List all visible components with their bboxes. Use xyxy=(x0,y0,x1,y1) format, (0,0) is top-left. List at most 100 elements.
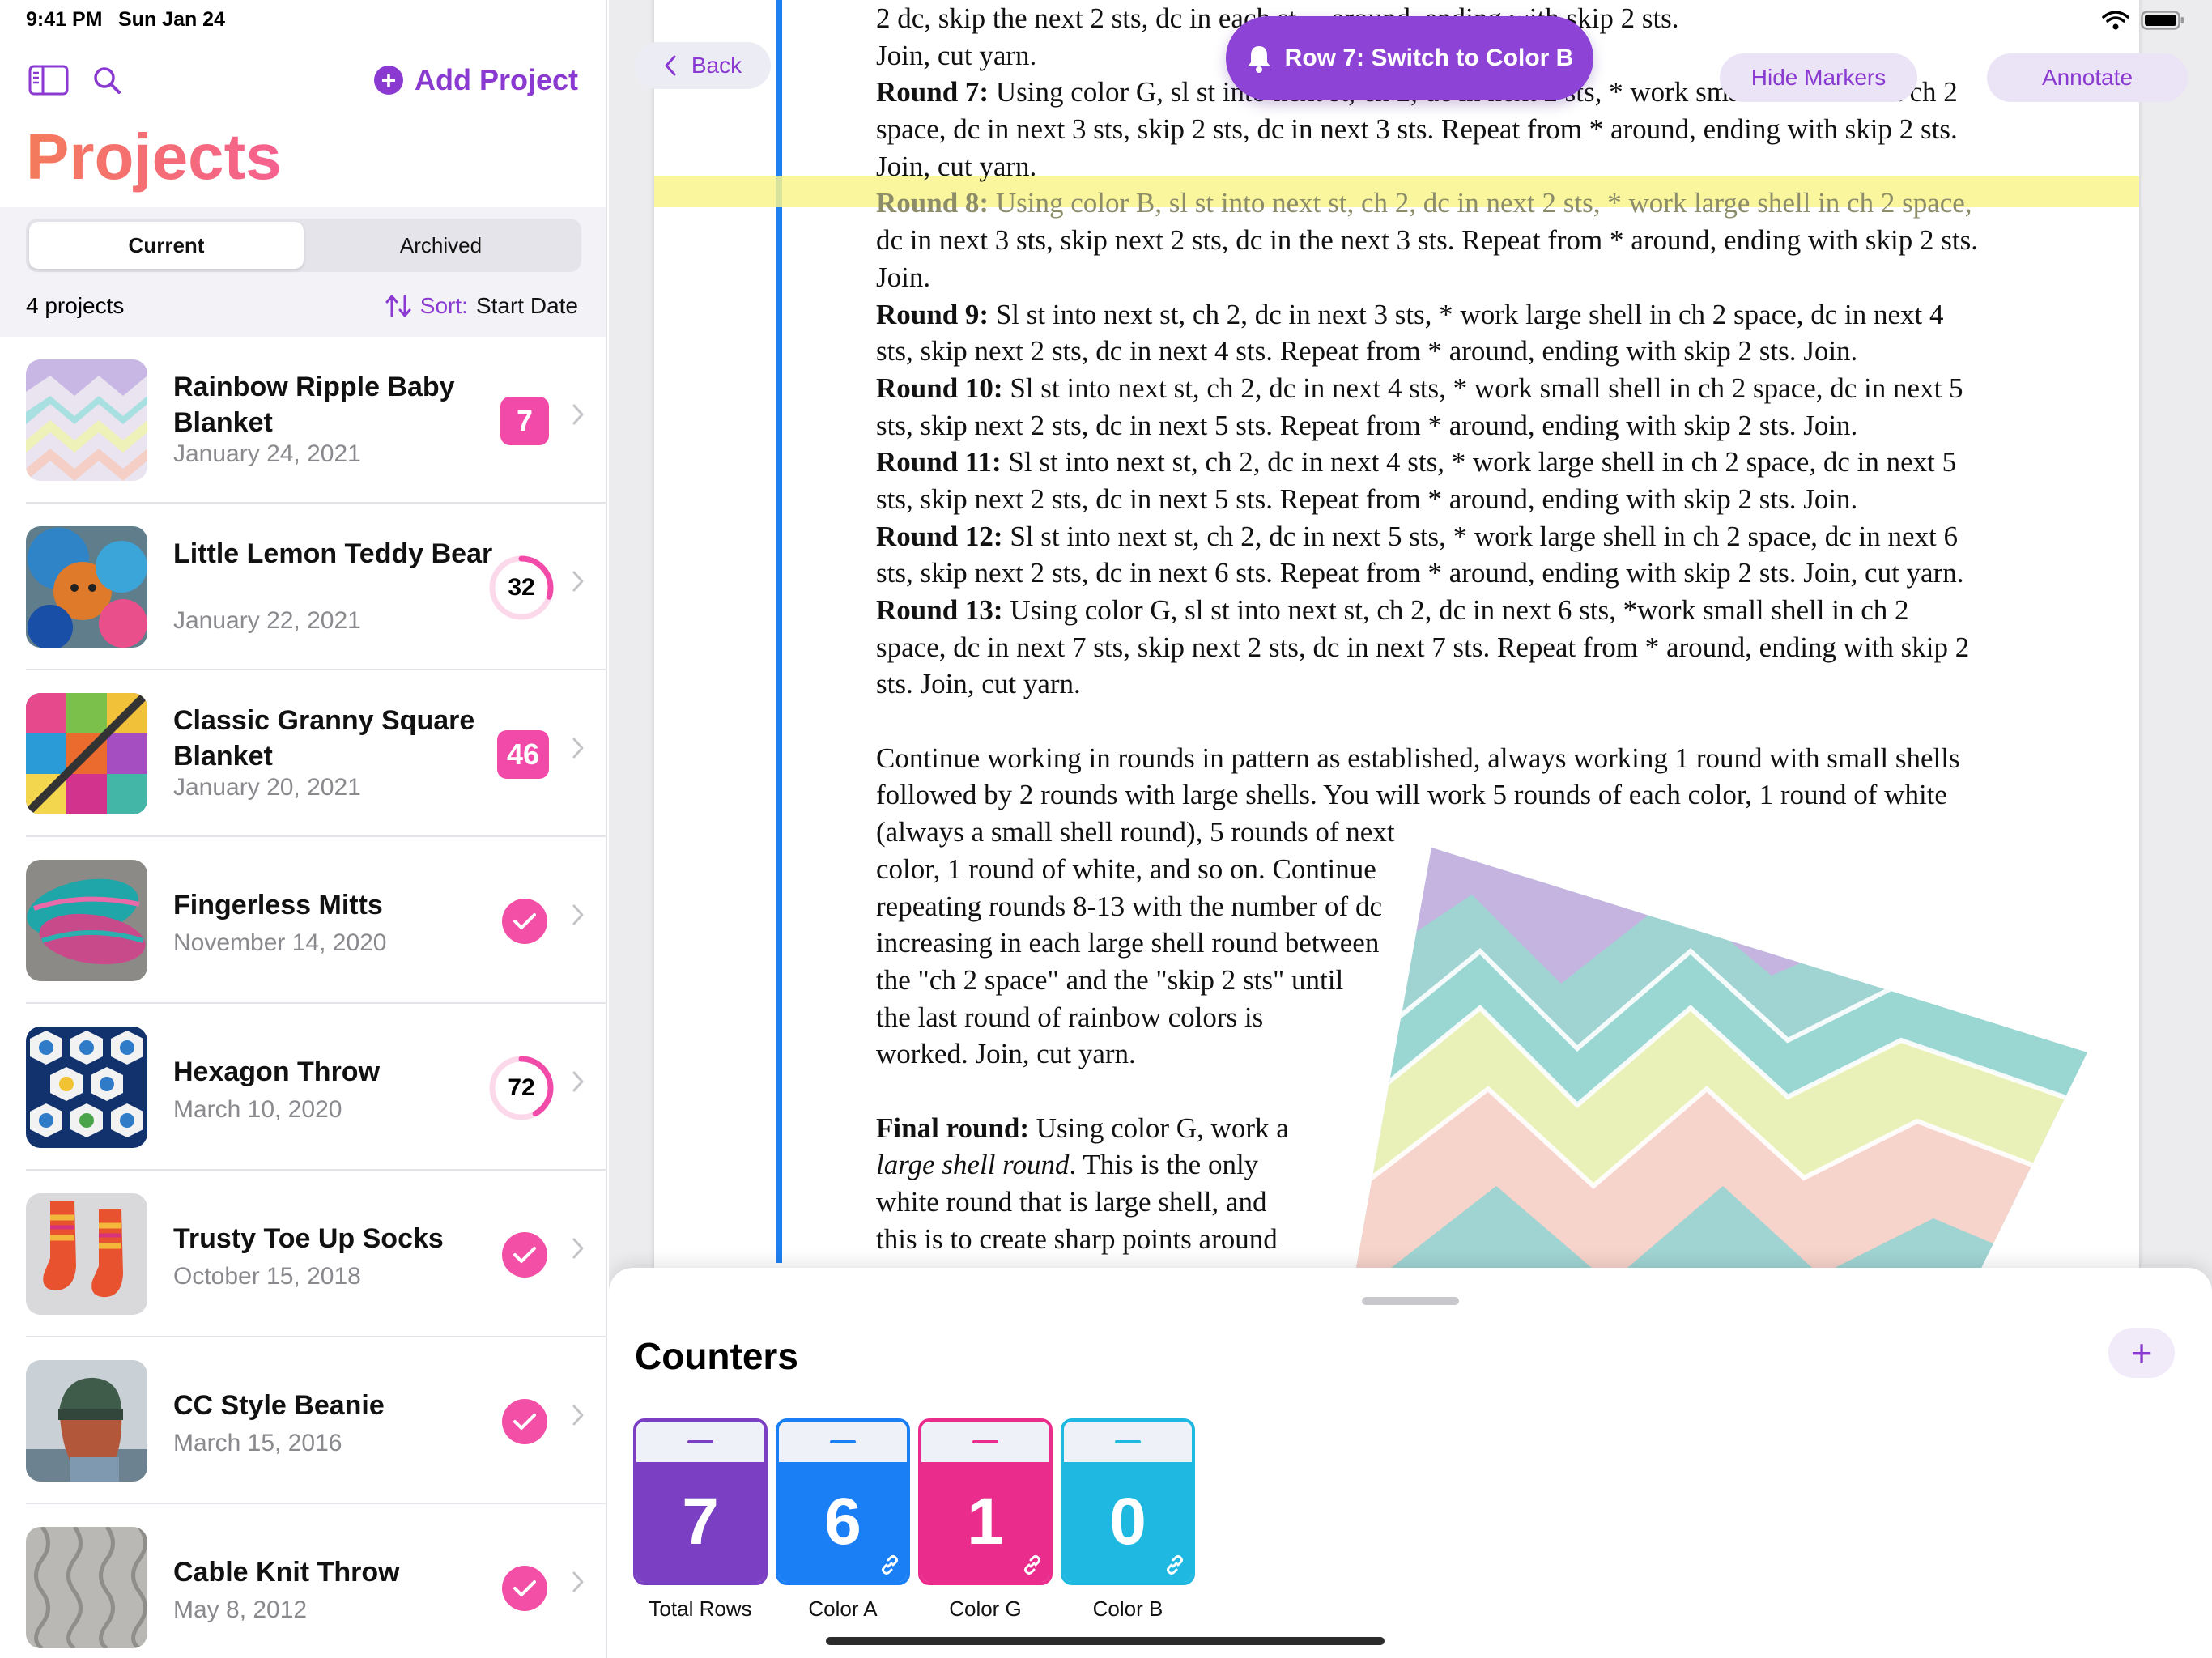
project-date: March 10, 2020 xyxy=(173,1096,342,1123)
project-thumbnail xyxy=(26,1193,147,1315)
sort-value: Start Date xyxy=(475,293,578,318)
round-label: Round 9: xyxy=(876,298,989,330)
project-list: Rainbow Ripple Baby Blanket January 24, … xyxy=(0,337,606,1658)
line-text: the last round of rainbow colors is xyxy=(876,1001,1264,1033)
chevron-right-icon xyxy=(572,570,585,597)
project-thumbnail xyxy=(26,526,147,648)
line-text: sts, skip next 2 sts, dc in next 5 sts. … xyxy=(876,483,1858,515)
line-text: Using color G, work a xyxy=(1029,1112,1289,1144)
pattern-line: space, dc in next 7 sts, skip next 2 sts… xyxy=(876,629,2034,666)
pattern-line: followed by 2 rounds with large shells. … xyxy=(876,776,2034,814)
project-row[interactable]: CC Style Beanie March 15, 2016 xyxy=(26,1337,606,1504)
progress-ring-badge: 72 xyxy=(487,1054,555,1122)
project-thumbnail xyxy=(26,860,147,981)
row-reminder-banner[interactable]: Row 7: Switch to Color B xyxy=(1226,16,1593,100)
decrement-button[interactable] xyxy=(779,1422,907,1462)
completed-check-icon xyxy=(502,1399,547,1444)
project-date: January 20, 2021 xyxy=(173,774,361,801)
chevron-right-icon xyxy=(572,1404,585,1431)
back-button[interactable]: Back xyxy=(635,42,771,89)
tab-current[interactable]: Current xyxy=(29,222,304,269)
counter-card[interactable]: 1 xyxy=(918,1418,1053,1585)
pattern-line: Round 12: Sl st into next st, ch 2, dc i… xyxy=(876,518,2034,555)
chevron-right-icon xyxy=(572,1070,585,1097)
line-text: sts. Join, cut yarn. xyxy=(876,668,1081,700)
line-text: Sl st into next st, ch 2, dc in next 3 s… xyxy=(989,298,1944,330)
decrement-button[interactable] xyxy=(636,1422,764,1462)
project-count: 4 projects xyxy=(26,293,125,318)
line-text: Sl st into next st, ch 2, dc in next 5 s… xyxy=(1002,520,1959,552)
counter-card[interactable]: 7 xyxy=(633,1418,768,1585)
project-date: March 15, 2016 xyxy=(173,1430,342,1456)
project-thumbnail xyxy=(26,1027,147,1148)
sheet-grabber[interactable] xyxy=(1362,1297,1459,1305)
line-text: increasing in each large shell round bet… xyxy=(876,927,1380,959)
project-row[interactable]: Hexagon Throw March 10, 2020 72 xyxy=(26,1004,606,1171)
counter-card[interactable]: 6 xyxy=(776,1418,910,1585)
project-row[interactable]: Classic Granny Square Blanket January 20… xyxy=(26,670,606,837)
project-name: Rainbow Ripple Baby Blanket xyxy=(173,372,455,438)
line-text: Continue working in rounds in pattern as… xyxy=(876,742,1960,774)
completed-check-icon xyxy=(502,899,547,944)
sort-prefix: Sort: xyxy=(419,293,468,318)
project-row[interactable]: Cable Knit Throw May 8, 2012 xyxy=(26,1504,606,1658)
project-row[interactable]: Little Lemon Teddy Bear January 22, 2021… xyxy=(26,504,606,670)
plus-icon: + xyxy=(373,66,403,95)
line-text: Join. xyxy=(876,261,931,293)
line-text: worked. Join, cut yarn. xyxy=(876,1038,1136,1070)
counters-title: Counters xyxy=(635,1335,798,1377)
hide-markers-button[interactable]: Hide Markers xyxy=(1720,53,1917,102)
minus-icon xyxy=(1115,1440,1141,1443)
line-text: dc in next 3 sts, skip next 2 sts, dc in… xyxy=(876,224,1978,257)
wifi-icon xyxy=(2102,11,2129,30)
chevron-right-icon xyxy=(572,737,585,763)
decrement-button[interactable] xyxy=(1064,1422,1192,1462)
line-text: Join, cut yarn. xyxy=(876,39,1037,71)
counter-color-b: 0 Color B xyxy=(1061,1418,1195,1622)
add-project-label: Add Project xyxy=(414,63,578,96)
line-text: followed by 2 rounds with large shells. … xyxy=(876,779,1947,811)
pattern-line: sts, skip next 2 sts, dc in next 6 sts. … xyxy=(876,555,2034,592)
project-row[interactable]: Fingerless Mitts November 14, 2020 xyxy=(26,837,606,1004)
project-name: Trusty Toe Up Socks xyxy=(173,1223,444,1254)
counter-card[interactable]: 0 xyxy=(1061,1418,1195,1585)
counter-value[interactable]: 7 xyxy=(636,1462,764,1582)
link-icon xyxy=(1024,1555,1040,1575)
line-text: sts, skip next 2 sts, dc in next 5 sts. … xyxy=(876,409,1858,441)
line-text: . This is the only xyxy=(1069,1149,1259,1181)
project-row[interactable]: Trusty Toe Up Socks October 15, 2018 xyxy=(26,1171,606,1337)
add-counter-button[interactable]: + xyxy=(2108,1328,2175,1378)
status-icons xyxy=(2102,10,2184,31)
project-name: Cable Knit Throw xyxy=(173,1557,400,1588)
minus-icon xyxy=(972,1440,998,1443)
project-row[interactable]: Rainbow Ripple Baby Blanket January 24, … xyxy=(26,337,606,504)
annotate-button[interactable]: Annotate xyxy=(1987,53,2188,102)
pattern-line: sts, skip next 2 sts, dc in next 5 sts. … xyxy=(876,481,2034,518)
chevron-left-icon xyxy=(665,55,676,76)
line-text: space, dc in next 7 sts, skip next 2 sts… xyxy=(876,631,1970,663)
project-thumbnail xyxy=(26,1360,147,1482)
list-summary: 4 projects Sort: Start Date xyxy=(26,293,578,319)
project-name: Fingerless Mitts xyxy=(173,890,383,920)
tab-archived[interactable]: Archived xyxy=(304,222,578,269)
minus-icon xyxy=(687,1440,713,1443)
pattern-line: Round 13: Using color G, sl st into next… xyxy=(876,592,2034,629)
link-icon xyxy=(882,1555,898,1575)
completed-check-icon xyxy=(502,1566,547,1611)
line-text: Sl st into next st, ch 2, dc in next 4 s… xyxy=(1002,372,1963,404)
add-project-button[interactable]: + Add Project xyxy=(373,60,578,100)
decrement-button[interactable] xyxy=(921,1422,1049,1462)
search-icon[interactable] xyxy=(84,60,130,100)
pattern-line: sts. Join, cut yarn. xyxy=(876,665,2034,703)
pattern-page[interactable]: 2 dc, skip the next 2 sts, dc in each st… xyxy=(654,0,2139,1344)
pattern-line: Join. xyxy=(876,259,2034,296)
project-date: May 8, 2012 xyxy=(173,1596,308,1623)
line-text: Sl st into next st, ch 2, dc in next 4 s… xyxy=(1001,446,1957,478)
counter-total-rows: 7 Total Rows xyxy=(633,1418,768,1622)
sort-button[interactable]: Sort: Start Date xyxy=(385,293,578,319)
counter-list: 7 Total Rows 6 Color A 1 Color G 0 Color… xyxy=(633,1418,1195,1622)
reminder-text: Row 7: Switch to Color B xyxy=(1284,45,1574,71)
sidebar-toggle-icon[interactable] xyxy=(26,60,71,100)
line-text: sts, skip next 2 sts, dc in next 6 sts. … xyxy=(876,557,1964,589)
